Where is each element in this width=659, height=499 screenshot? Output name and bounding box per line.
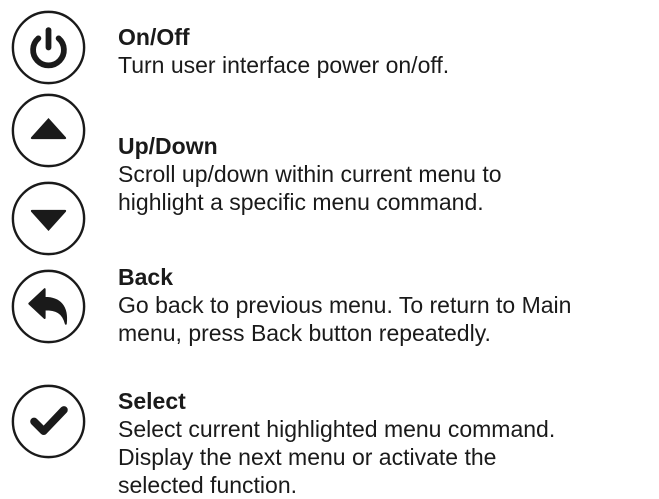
entry-title: Select [118,388,186,414]
select-button[interactable] [10,383,87,460]
up-button[interactable] [10,92,87,169]
entry-select: Select Select current highlighted menu c… [118,387,653,499]
entry-title: Up/Down [118,133,218,159]
down-arrow-icon [11,181,86,256]
back-button[interactable] [10,268,87,345]
entry-up-down: Up/Down Scroll up/down within current me… [118,132,653,216]
power-icon [11,10,86,85]
entry-description: Scroll up/down within current menu to hi… [118,161,502,215]
entry-description: Go back to previous menu. To return to M… [118,292,572,346]
entry-back: Back Go back to previous menu. To return… [118,263,653,347]
down-button[interactable] [10,180,87,257]
entry-description: Turn user interface power on/off. [118,52,450,78]
back-arrow-icon [11,269,86,344]
up-arrow-icon [11,93,86,168]
entry-description: Select current highlighted menu command.… [118,416,556,498]
entry-title: Back [118,264,173,290]
entry-on-off: On/Off Turn user interface power on/off. [118,23,653,79]
entry-title: On/Off [118,24,190,50]
power-button[interactable] [10,9,87,86]
checkmark-icon [11,384,86,459]
